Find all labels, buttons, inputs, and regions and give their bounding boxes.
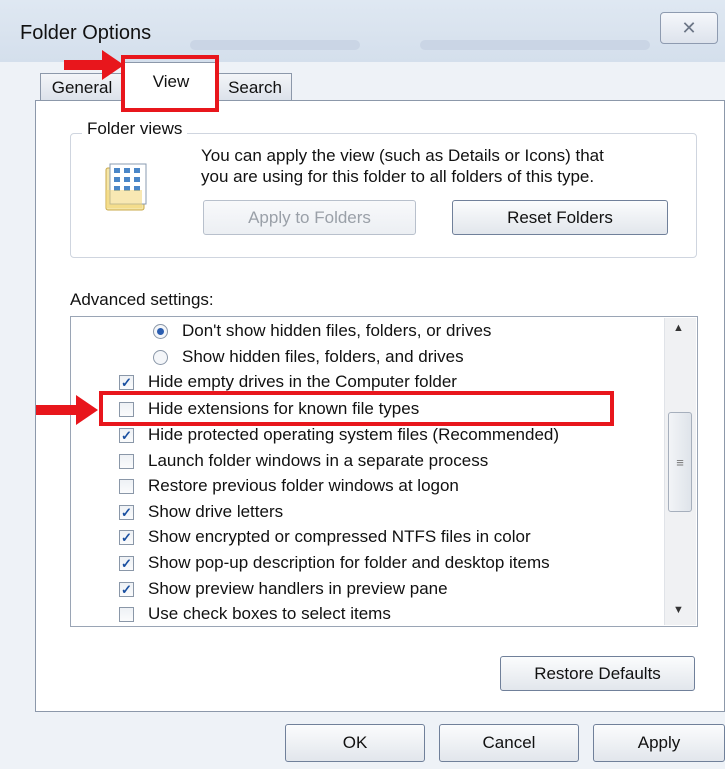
restore-defaults-button[interactable]: Restore Defaults [500,656,695,691]
check-icon: ✓ [121,581,132,597]
close-icon: ✕ [681,17,697,38]
list-item[interactable]: Don't show hidden files, folders, or dri… [153,318,491,344]
arrow-icon [36,395,98,425]
list-item[interactable]: Launch folder windows in a separate proc… [119,448,488,474]
checkbox[interactable]: ✓ [119,581,134,597]
list-item[interactable]: ✓ Show pop-up description for folder and … [119,550,550,576]
close-button[interactable]: ✕ [660,12,718,44]
checkbox[interactable] [119,453,134,469]
checkbox[interactable]: ✓ [119,427,134,443]
folder-options-dialog: Folder Options ✕ General View Search Fol… [0,0,725,769]
check-icon: ✓ [121,504,132,520]
checkbox[interactable] [119,478,134,494]
list-item[interactable]: ✓ Show preview handlers in preview pane [119,576,448,602]
hide-extensions-highlight [99,391,614,426]
window-title: Folder Options [20,22,152,44]
advanced-settings-label: Advanced settings: [70,290,214,309]
tab-search[interactable]: Search [218,73,292,101]
radio-button[interactable] [153,349,168,365]
grip-icon: ≡ [676,454,684,470]
radio-button[interactable] [153,323,168,339]
check-icon: ✓ [121,555,132,571]
check-icon: ✓ [121,374,132,390]
checkbox[interactable]: ✓ [119,555,134,571]
checkbox[interactable]: ✓ [119,529,134,545]
list-item[interactable]: ✓ Show encrypted or compressed NTFS files… [119,524,531,550]
folder-views-description-line1: You can apply the view (such as Details … [201,146,604,165]
check-icon: ✓ [121,427,132,443]
check-icon: ✓ [121,529,132,545]
background-blur [190,40,360,50]
ok-button[interactable]: OK [285,724,425,762]
scroll-down-icon[interactable]: ▼ [673,604,684,616]
view-tab-highlight [121,55,219,112]
folder-views-description-line2: you are using for this folder to all fol… [201,167,595,186]
scrollbar-thumb[interactable]: ≡ [668,412,692,512]
list-item[interactable]: Show hidden files, folders, and drives [153,344,464,370]
folder-views-label: Folder views [82,119,188,139]
background-blur [420,40,650,50]
arrow-icon [64,50,124,80]
folder-view-icon [105,163,147,211]
apply-to-folders-button[interactable]: Apply to Folders [203,200,416,235]
checkbox[interactable]: ✓ [119,504,134,520]
reset-folders-button[interactable]: Reset Folders [452,200,668,235]
scroll-up-icon[interactable]: ▲ [673,322,684,334]
list-item[interactable]: ✓ Show drive letters [119,499,283,525]
list-item[interactable]: Use check boxes to select items [119,601,391,626]
checkbox[interactable]: ✓ [119,374,134,390]
apply-button[interactable]: Apply [593,724,725,762]
advanced-settings-list[interactable]: Don't show hidden files, folders, or dri… [70,316,698,627]
checkbox[interactable] [119,606,134,622]
cancel-button[interactable]: Cancel [439,724,579,762]
list-item[interactable]: Restore previous folder windows at logon [119,473,459,499]
